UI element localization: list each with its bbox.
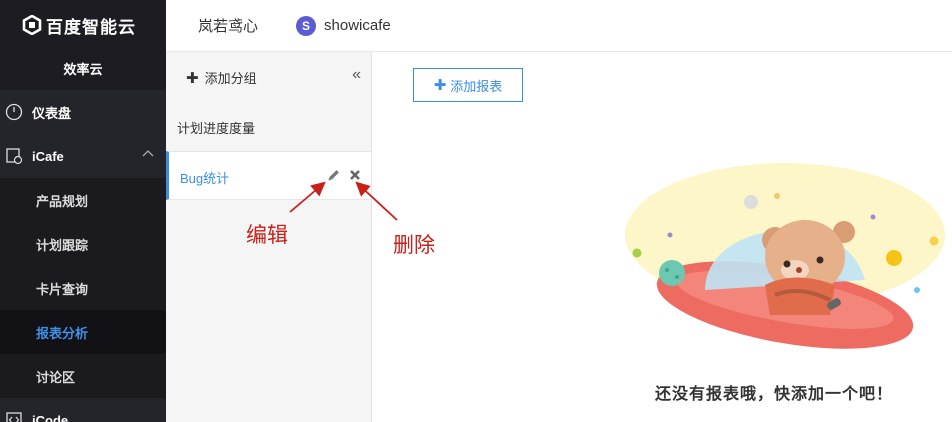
space-name[interactable]: showicafe	[324, 17, 391, 34]
plus-icon: ✚	[186, 69, 199, 87]
close-icon[interactable]	[348, 168, 362, 182]
nav-sub-label: 讨论区	[36, 369, 76, 385]
baidu-cloud-logo-icon	[22, 15, 42, 35]
nav-label-icode: iCode	[32, 412, 69, 422]
space-avatar[interactable]: S	[296, 15, 317, 36]
gauge-icon	[4, 102, 24, 122]
nav-sub-item-active[interactable]: 报表分析	[0, 310, 166, 354]
empty-state-illustration	[625, 163, 945, 349]
nav-sub-item[interactable]: 产品规划	[0, 178, 166, 222]
empty-state-message: 还没有报表哦，快添加一个吧！	[655, 386, 894, 403]
side-nav: 仪表盘 iCafe 产品规划 计划跟踪 卡片查询 报表分析 讨论区 iCode	[0, 90, 166, 422]
nav-sub-label: 计划跟踪	[36, 237, 89, 253]
nav-label-icafe: iCafe	[32, 148, 64, 164]
annotation-edit: 编辑	[246, 223, 288, 247]
collapse-panel-icon[interactable]: «	[352, 66, 361, 84]
annotation-delete: 删除	[393, 233, 435, 257]
add-group-button[interactable]: ✚ 添加分组	[186, 68, 257, 87]
nav-item-dashboard[interactable]: 仪表盘	[0, 90, 166, 134]
chevron-up-icon[interactable]	[142, 149, 154, 157]
nav-sub-item[interactable]: 讨论区	[0, 354, 166, 398]
group-title[interactable]: 计划进度度量	[177, 118, 255, 137]
nav-item-icafe[interactable]: iCafe	[0, 134, 166, 178]
pencil-icon[interactable]	[327, 168, 341, 182]
report-list-item[interactable]: Bug统计	[166, 151, 371, 200]
add-report-label: 添加报表	[450, 78, 503, 94]
code-icon	[4, 410, 24, 422]
nav-sub-item[interactable]: 计划跟踪	[0, 222, 166, 266]
brand-name: 百度智能云	[46, 17, 136, 37]
nav-sub-label: 卡片查询	[36, 281, 89, 297]
product-name: 效率云	[0, 50, 166, 90]
nav-sub-item[interactable]: 卡片查询	[0, 266, 166, 310]
nav-sub-label: 产品规划	[36, 193, 89, 209]
sidebar: 百度智能云 效率云 仪表盘 iCafe 产品规划 计划跟踪 卡片查询 报表分析 …	[0, 0, 166, 422]
plus-icon: ✚	[433, 77, 447, 94]
top-bar: 岚若鸢心 S showicafe	[166, 0, 952, 52]
org-name[interactable]: 岚若鸢心	[198, 15, 258, 36]
add-report-button[interactable]: ✚ 添加报表	[413, 68, 523, 102]
report-name[interactable]: Bug统计	[180, 168, 229, 187]
nav-item-icode[interactable]: iCode	[0, 398, 166, 422]
add-group-label: 添加分组	[204, 71, 257, 86]
nav-sub-label: 报表分析	[36, 325, 89, 341]
nav-label-dashboard: 仪表盘	[32, 105, 72, 121]
calendar-clock-icon	[4, 146, 24, 166]
brand[interactable]: 百度智能云	[0, 0, 166, 50]
